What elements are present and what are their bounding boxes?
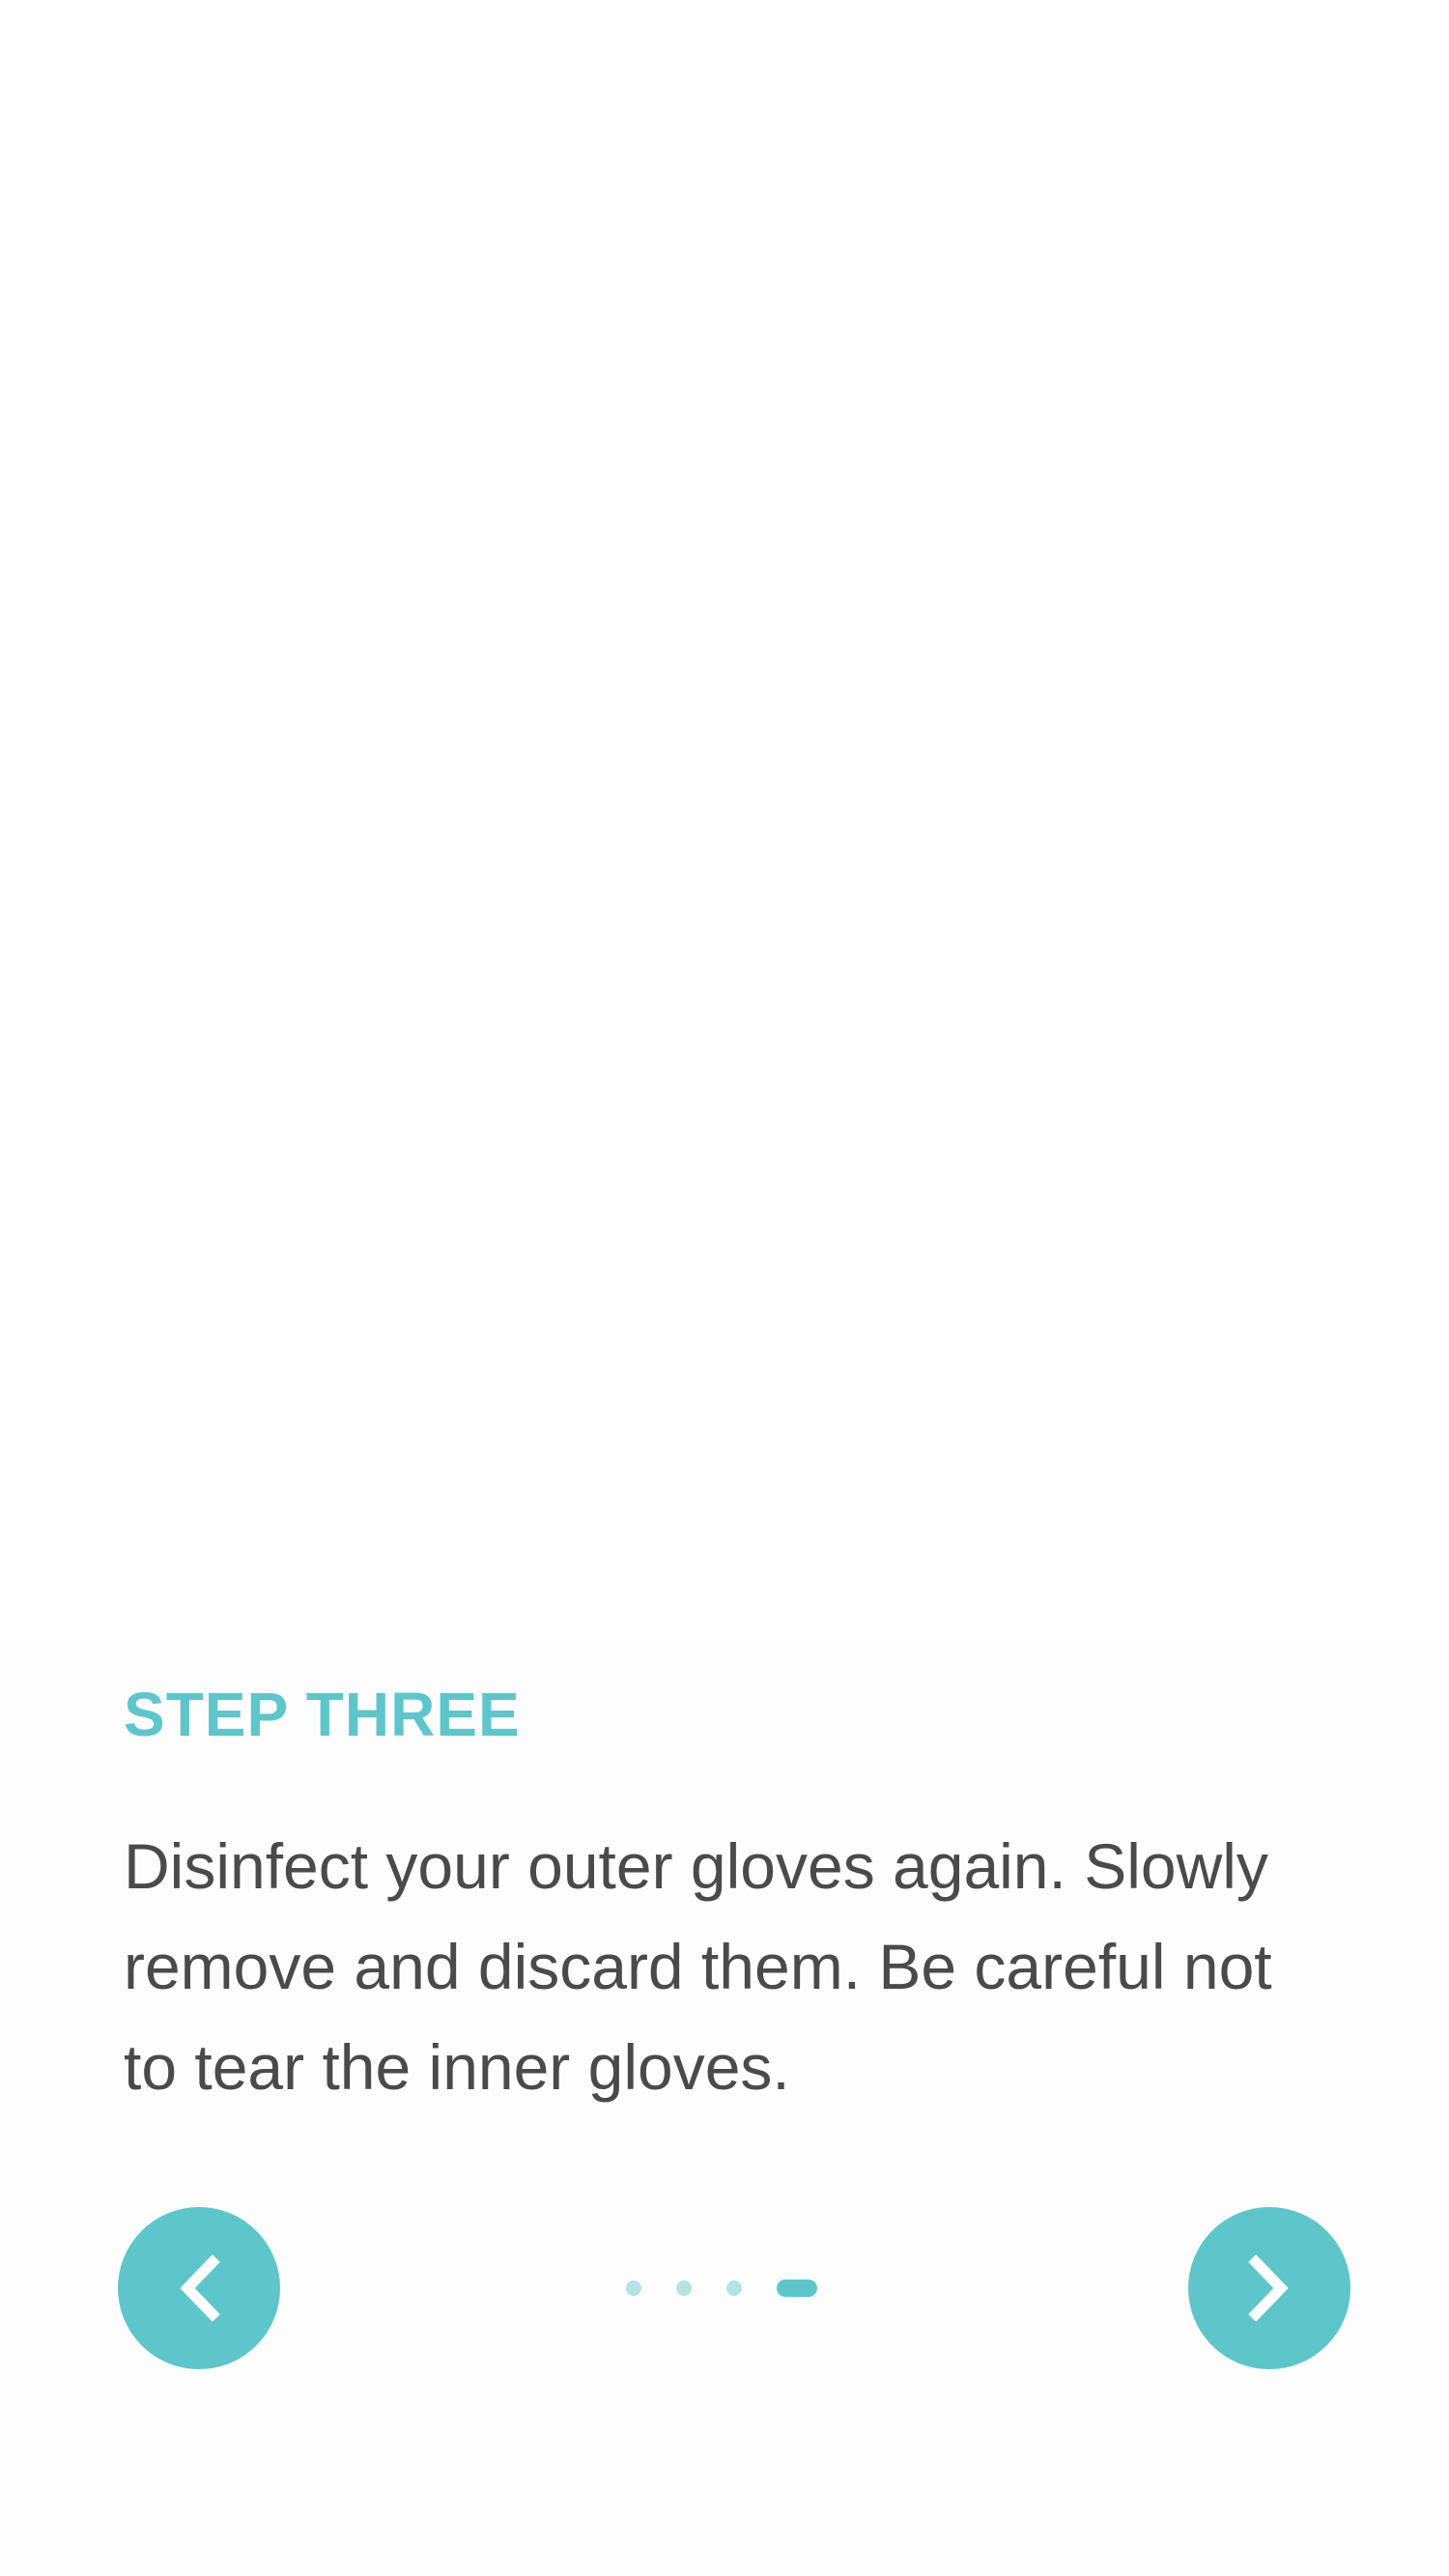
step-title: STEP THREE: [124, 1680, 521, 1749]
chevron-left-icon: [170, 2254, 228, 2322]
step-description: Disinfect your outer gloves again. Slowl…: [124, 1830, 1272, 2103]
page-dot[interactable]: [726, 2280, 742, 2296]
illustration-area: [0, 0, 1449, 1642]
page-dot-active[interactable]: [777, 2279, 817, 2297]
previous-step-button[interactable]: [118, 2207, 280, 2369]
page-dot[interactable]: [626, 2280, 641, 2296]
chevron-right-icon: [1240, 2254, 1298, 2322]
next-step-button[interactable]: [1188, 2207, 1350, 2369]
page-indicator: [626, 2279, 817, 2298]
page-dot[interactable]: [676, 2280, 692, 2296]
